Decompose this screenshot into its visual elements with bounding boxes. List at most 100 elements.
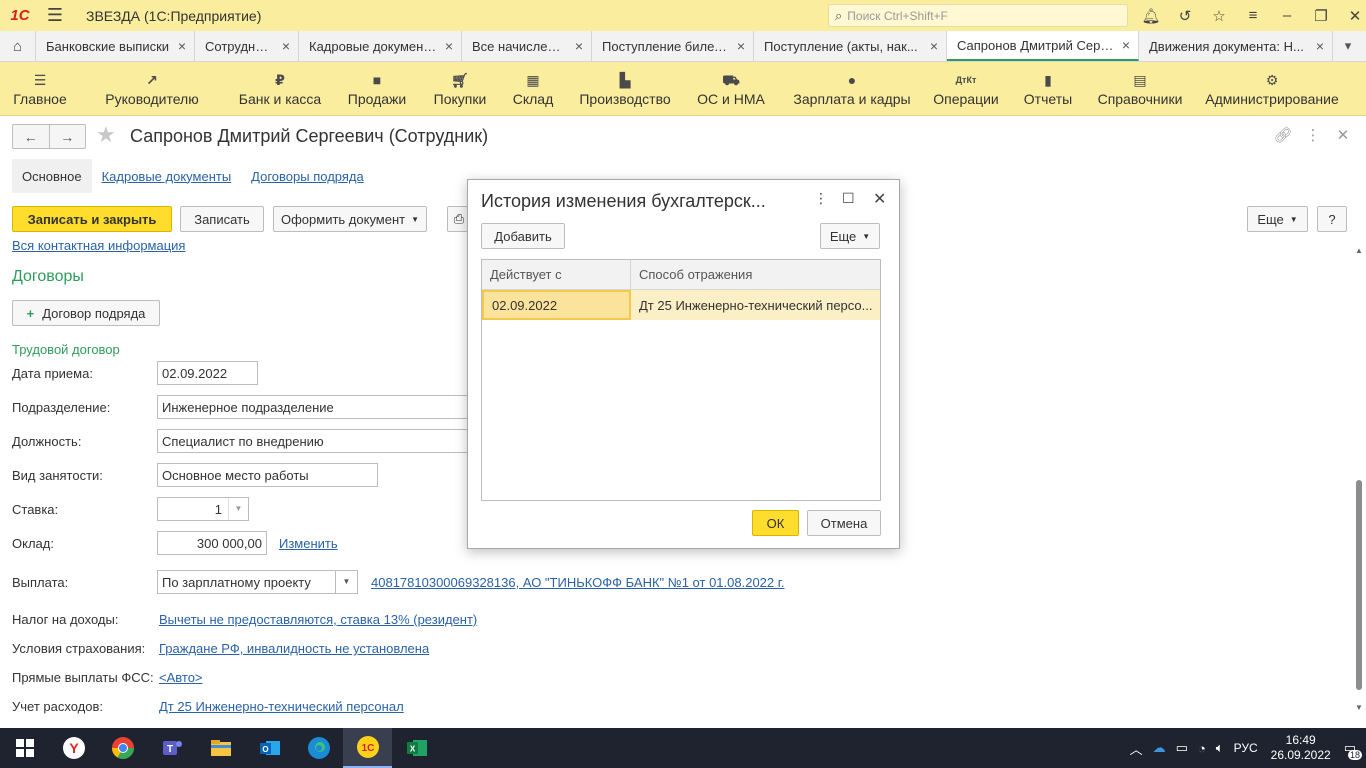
section-bank-cash[interactable]: ₽ Банк и касса [224,62,336,115]
more-vertical-icon[interactable]: ⋮ [1298,126,1328,144]
employment-type-field[interactable]: Основное место работы [157,463,378,487]
tab-ticket-receipts[interactable]: Поступление билетов × [592,31,754,61]
nav-hr-documents[interactable]: Кадровые документы [92,159,242,193]
section-operations[interactable]: ДтКт Операции [928,62,1004,115]
change-salary-link[interactable]: Изменить [279,536,338,551]
insurance-link[interactable]: Граждане РФ, инвалидность не установлена [159,641,429,656]
notifications-icon[interactable]: ▭ 18 [1344,740,1362,760]
help-button[interactable]: ? [1317,206,1347,232]
section-salary-hr[interactable]: ● Зарплата и кадры [776,62,928,115]
section-fixed-assets[interactable]: ⛟ ОС и НМА [686,62,776,115]
tab-hr-documents[interactable]: Кадровые документы × [299,31,462,61]
column-header-method[interactable]: Способ отражения [631,260,880,289]
settings-menu-icon[interactable]: ≡ [1236,0,1270,31]
app-logo[interactable]: 1С [0,0,40,31]
scroll-up-icon[interactable]: ▲ [1354,246,1364,255]
dropdown-arrow-icon[interactable]: ▼ [228,498,248,520]
onedrive-icon[interactable]: ☁ [1153,740,1166,756]
section-administration[interactable]: ⚙ Администрирование [1188,62,1356,115]
dialog-more-button[interactable]: Еще ▼ [820,223,880,249]
volume-icon[interactable]: 🔈︎ [1216,740,1224,756]
contact-info-link[interactable]: Вся контактная информация [12,238,185,253]
start-icon[interactable] [0,728,49,768]
income-tax-link[interactable]: Вычеты не предоставляются, ставка 13% (р… [159,612,477,627]
forward-arrow-icon[interactable]: → [50,125,86,148]
hire-date-field[interactable]: 02.09.2022 [157,361,258,385]
edge-icon[interactable] [294,728,343,768]
language-indicator[interactable]: РУС [1234,741,1258,755]
main-menu-icon[interactable]: ☰ [40,0,70,31]
close-tab-icon[interactable]: × [178,38,186,54]
tab-employee-sapronov[interactable]: Сапронов Дмитрий Серг... × [947,31,1139,61]
save-button[interactable]: Записать [180,206,264,232]
cell-method[interactable]: Дт 25 Инженерно-технический персо... [631,290,880,320]
section-production[interactable]: ▙ Производство [564,62,686,115]
tab-all-accruals[interactable]: Все начисления × [462,31,592,61]
wifi-icon[interactable]: ◔ [1198,741,1206,756]
nav-main[interactable]: Основное [12,159,92,193]
section-warehouse[interactable]: ▦ Склад [502,62,564,115]
dialog-close-icon[interactable]: ✕ [873,189,886,209]
close-tab-icon[interactable]: × [1316,38,1324,54]
rate-field[interactable]: 1 ▼ [157,497,249,521]
fss-payments-link[interactable]: <Авто> [159,670,203,685]
battery-icon[interactable]: ▭ [1176,740,1188,756]
yandex-browser-icon[interactable]: Y [49,728,98,768]
chrome-icon[interactable] [98,728,147,768]
section-sales[interactable]: ■ Продажи [336,62,418,115]
restore-icon[interactable]: ❐ [1304,0,1338,31]
nav-contracts[interactable]: Договоры подряда [241,159,374,193]
minimize-icon[interactable]: – [1270,0,1304,31]
close-tab-icon[interactable]: × [445,38,453,54]
close-tab-icon[interactable]: × [1122,37,1130,53]
dropdown-arrow-icon[interactable]: ▼ [335,571,357,593]
back-arrow-icon[interactable]: ← [13,125,50,148]
close-tab-icon[interactable]: × [282,38,290,54]
close-icon[interactable]: ✕ [1338,0,1366,31]
cost-accounting-link[interactable]: Дт 25 Инженерно-технический персонал [159,699,404,714]
file-explorer-icon[interactable] [196,728,245,768]
teams-icon[interactable]: T [147,728,196,768]
add-button[interactable]: Добавить [481,223,565,249]
form-close-icon[interactable]: ✕ [1328,126,1358,144]
position-field[interactable]: Специалист по внедрению [157,429,469,453]
close-tab-icon[interactable]: × [575,38,583,54]
add-contract-button[interactable]: + Договор подряда [12,300,160,326]
section-manager[interactable]: ↗ Руководителю [80,62,224,115]
salary-field[interactable]: 300 000,00 [157,531,267,555]
make-document-button[interactable]: Оформить документ ▼ [273,206,427,232]
history-icon[interactable]: ↺ [1168,0,1202,31]
dialog-more-icon[interactable]: ⋮ [814,190,828,207]
department-field[interactable]: Инженерное подразделение [157,395,469,419]
column-header-date[interactable]: Действует с [482,260,631,289]
chevron-up-icon[interactable]: ︿ [1130,739,1143,758]
cancel-button[interactable]: Отмена [807,510,881,536]
clock[interactable]: 16:49 26.09.2022 [1271,733,1331,763]
link-icon[interactable]: 🔗︎ [1268,126,1298,144]
payment-method-select[interactable]: По зарплатному проекту ▼ [157,570,358,594]
favorite-star-icon[interactable]: ★ [96,122,116,148]
more-button[interactable]: Еще ▼ [1247,206,1308,232]
tab-document-movements[interactable]: Движения документа: Н... × [1139,31,1333,61]
scroll-down-icon[interactable]: ▼ [1354,703,1364,712]
ok-button[interactable]: ОК [752,510,799,536]
close-tab-icon[interactable]: × [737,38,745,54]
tab-employees[interactable]: Сотрудники × [195,31,299,61]
1c-app-icon[interactable]: 1С [343,728,392,768]
search-input[interactable]: ⌕ Поиск Ctrl+Shift+F [828,4,1128,27]
form-scrollbar[interactable]: ▲ ▼ [1354,244,1364,714]
tab-receipts-acts[interactable]: Поступление (акты, нак... × [754,31,947,61]
scrollbar-thumb[interactable] [1356,480,1362,690]
outlook-icon[interactable]: O [245,728,294,768]
section-directories[interactable]: ▤ Справочники [1092,62,1188,115]
table-row[interactable]: 02.09.2022 Дт 25 Инженерно-технический п… [482,290,880,320]
section-reports[interactable]: ▮ Отчеты [1004,62,1092,115]
home-icon[interactable]: ⌂ [0,31,36,61]
save-close-button[interactable]: Записать и закрыть [12,206,172,232]
bell-icon[interactable]: 🔔︎ [1134,0,1168,31]
star-icon[interactable]: ☆ [1202,0,1236,31]
cell-date[interactable]: 02.09.2022 [482,290,631,320]
tabs-menu-icon[interactable]: ▾ [1333,31,1363,61]
close-tab-icon[interactable]: × [930,38,938,54]
salary-project-link[interactable]: 40817810300069328136, АО "ТИНЬКОФФ БАНК"… [371,575,785,590]
